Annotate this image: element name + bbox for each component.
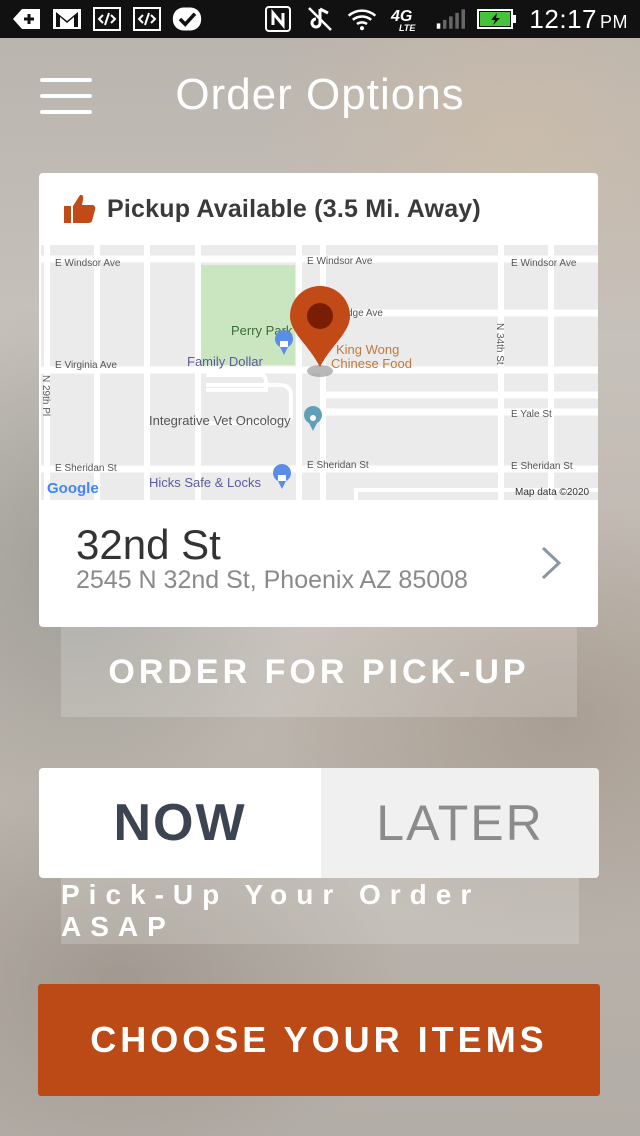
map-place-label: Hicks Safe & Locks (149, 475, 261, 490)
lte-icon: 4G LTE (389, 7, 423, 33)
pickup-availability-row: Pickup Available (3.5 Mi. Away) (39, 173, 598, 245)
map-street-label: E Windsor Ave (307, 256, 373, 267)
pickup-location-card: Pickup Available (3.5 Mi. Away) E Windso… (39, 173, 598, 627)
clock: 12:17 PM (529, 3, 628, 34)
map-street-label: dge Ave (347, 308, 383, 319)
timing-subtitle: Pick-Up Your Order ASAP (61, 879, 481, 942)
wifi-icon (347, 7, 377, 31)
status-bar: 4G LTE 12:17 PM (0, 0, 640, 38)
map-street-label: E Windsor Ave (55, 258, 121, 269)
add-icon (12, 7, 42, 31)
order-time-toggle: NOW LATER (39, 768, 599, 878)
chevron-right-icon[interactable] (540, 545, 562, 581)
order-for-pickup-button[interactable]: ORDER FOR PICK-UP (61, 627, 577, 717)
now-option[interactable]: NOW (39, 768, 321, 878)
map-street-label: E Virginia Ave (55, 360, 117, 371)
choose-items-button[interactable]: CHOOSE YOUR ITEMS (38, 984, 600, 1096)
map-place-label: King Wong (336, 342, 399, 357)
mute-icon (305, 7, 335, 31)
page-title: Order Options (175, 70, 465, 119)
choose-items-label: CHOOSE YOUR ITEMS (90, 1019, 548, 1060)
location-map[interactable]: E Windsor Ave E Windsor Ave E Windsor Av… (41, 245, 598, 500)
pickup-availability-text: Pickup Available (3.5 Mi. Away) (107, 194, 481, 223)
map-street-label: N 34th St (494, 323, 505, 365)
system-icons: 4G LTE 12:17 PM (263, 4, 628, 35)
location-name: 32nd St (76, 521, 221, 568)
gmail-icon (52, 7, 82, 31)
map-place-label: Family Dollar (187, 354, 264, 369)
map-place-label: Integrative Vet Oncology (149, 413, 291, 428)
google-logo: Google (47, 480, 99, 497)
location-address: 2545 N 32nd St, Phoenix AZ 85008 (76, 566, 468, 594)
map-street-label: E Sheridan St (307, 460, 369, 471)
map-street-label: E Sheridan St (511, 461, 573, 472)
notification-icons (12, 7, 202, 31)
nfc-icon (263, 6, 293, 32)
order-for-pickup-label: ORDER FOR PICK-UP (108, 652, 530, 691)
signal-icon (435, 7, 466, 31)
timing-subtitle-bar: Pick-Up Your Order ASAP (61, 878, 579, 944)
code-icon (132, 7, 162, 31)
map-place-label: Chinese Food (331, 356, 412, 371)
map-street-label: N 29th Pl (41, 375, 51, 416)
svg-text:LTE: LTE (399, 23, 416, 33)
map-street-label: E Sheridan St (55, 463, 117, 474)
check-bubble-icon (172, 7, 202, 31)
later-option[interactable]: LATER (321, 768, 599, 878)
thumbs-up-icon (64, 194, 96, 223)
map-street-label: E Yale St (511, 409, 552, 420)
map-attribution: Map data ©2020 (515, 487, 590, 498)
map-street-label: E Windsor Ave (511, 258, 577, 269)
code-icon (92, 7, 122, 31)
battery-icon (477, 7, 517, 31)
park-area (201, 265, 295, 365)
